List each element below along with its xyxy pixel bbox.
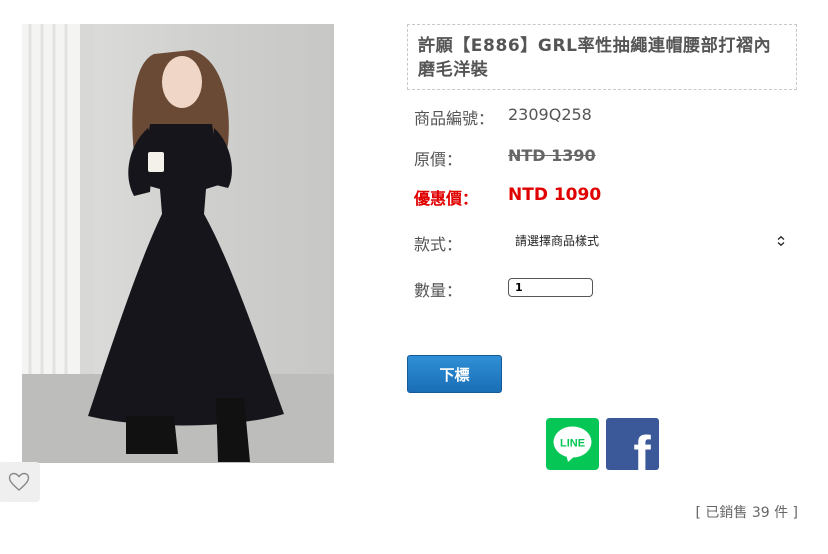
style-select-value: 請選擇商品樣式 xyxy=(515,234,600,248)
favorite-button[interactable] xyxy=(0,462,40,502)
facebook-icon-text: f xyxy=(633,426,651,470)
product-title-box: 許願【E886】GRL率性抽繩連帽腰部打褶內磨毛洋裝 xyxy=(407,24,797,90)
style-label: 款式： xyxy=(414,235,463,254)
bid-button[interactable]: 下標 xyxy=(407,355,502,393)
original-price-value: NTD 1390 xyxy=(508,146,596,165)
line-icon: LINE xyxy=(553,426,592,462)
model-illustration xyxy=(22,24,334,463)
product-title: 許願【E886】GRL率性抽繩連帽腰部打褶內磨毛洋裝 xyxy=(418,36,772,80)
sold-count: [ 已銷售 39 件 ] xyxy=(695,505,798,521)
facebook-icon: f xyxy=(633,426,651,470)
original-price-label: 原價： xyxy=(414,150,463,169)
sale-price-label: 優惠價： xyxy=(414,189,479,208)
chevron-updown-icon xyxy=(777,235,785,247)
heart-outline-icon xyxy=(8,472,30,491)
line-icon-text: LINE xyxy=(560,438,585,450)
product-photo[interactable] xyxy=(22,24,334,463)
quantity-label: 數量： xyxy=(414,281,463,300)
style-select[interactable]: 請選擇商品樣式 xyxy=(508,229,790,253)
product-code-value: 2309Q258 xyxy=(508,105,592,124)
facebook-share-button[interactable]: f xyxy=(606,418,659,470)
quantity-input[interactable]: 1 xyxy=(508,278,593,297)
product-page: 許願【E886】GRL率性抽繩連帽腰部打褶內磨毛洋裝 商品編號： 2309Q25… xyxy=(0,0,828,554)
product-code-label: 商品編號： xyxy=(414,109,495,128)
line-share-button[interactable]: LINE xyxy=(546,418,599,470)
sale-price-value: NTD 1090 xyxy=(508,185,602,205)
